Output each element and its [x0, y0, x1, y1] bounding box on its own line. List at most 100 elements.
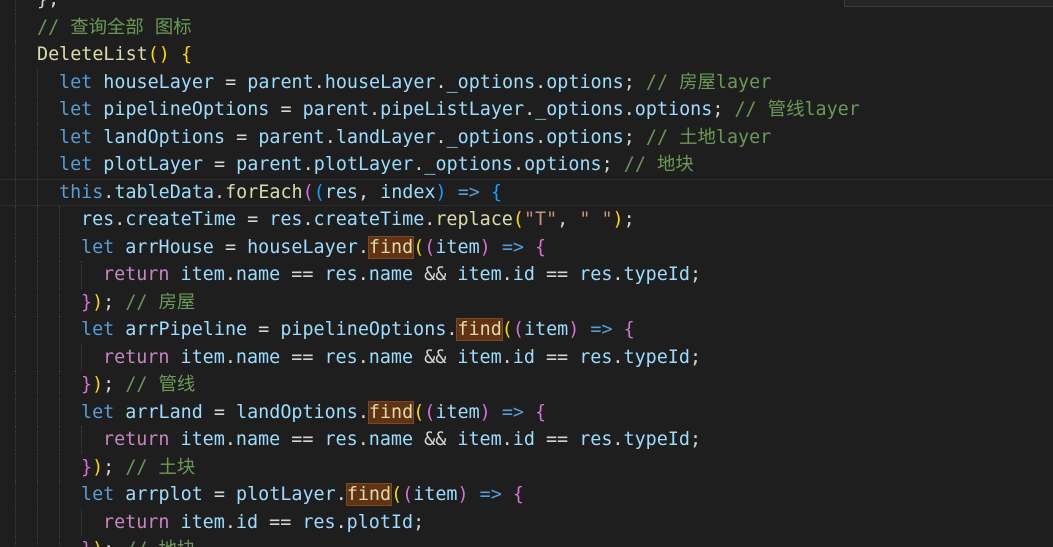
code-token: { — [490, 181, 502, 203]
code-token: } — [81, 374, 93, 395]
indent-guide — [15, 453, 16, 481]
code-line[interactable]: let houseLayer = parent.houseLayer._opti… — [0, 68, 1053, 97]
code-token: == — [534, 429, 580, 450]
code-token: ; — [623, 126, 646, 148]
indent-guide — [37, 343, 38, 371]
code-line[interactable]: let landOptions = parent.landLayer._opti… — [0, 123, 1053, 151]
code-token: . — [535, 126, 547, 148]
code-line[interactable]: let arrHouse = houseLayer.find((item) =>… — [0, 233, 1053, 261]
code-token: . — [302, 154, 314, 175]
code-token: . — [424, 209, 436, 230]
code-token: arrPipeline — [125, 319, 248, 340]
code-token: . — [324, 126, 336, 148]
code-line[interactable]: return item.id == res.plotId; — [0, 508, 1053, 536]
code-token: ; — [689, 264, 702, 285]
indent-guide — [15, 508, 16, 536]
indent-guide — [15, 233, 16, 261]
code-token: typeId — [623, 429, 690, 450]
code-token: ( — [512, 209, 524, 230]
code-line[interactable]: }); // 房屋 — [0, 288, 1053, 316]
code-token: landOptions — [236, 401, 358, 423]
code-text: // 查询全部 图标 — [37, 14, 192, 42]
code-token: this — [59, 181, 104, 203]
indent-guide — [15, 68, 16, 96]
code-token: // 房屋 — [125, 291, 196, 313]
code-line[interactable]: return item.name == res.name && item.id … — [0, 261, 1053, 289]
code-token: // 管线layer — [734, 99, 860, 120]
code-line[interactable]: return item.name == res.name && item.id … — [0, 426, 1053, 454]
code-token: ) — [568, 319, 580, 340]
indent-guide — [59, 206, 60, 234]
code-token: res — [324, 264, 358, 285]
indent-guide — [81, 261, 82, 289]
code-token: id — [235, 511, 259, 533]
code-token: houseLayer — [103, 71, 215, 93]
code-token: options — [524, 154, 602, 175]
indent-guide — [15, 426, 16, 454]
code-line[interactable]: let arrPipeline = pipelineOptions.find((… — [0, 316, 1053, 344]
code-token: let — [81, 236, 115, 258]
code-line[interactable]: return item.name == res.name && item.id … — [0, 343, 1053, 371]
code-token: name — [368, 346, 414, 368]
code-text: DeleteList() { — [37, 41, 192, 69]
code-token: ) — [479, 236, 491, 258]
code-line[interactable]: let pipelineOptions = parent.pipeListLay… — [0, 96, 1053, 124]
code-token: res — [579, 346, 613, 368]
indent-guide — [59, 371, 60, 399]
code-token: item — [435, 401, 480, 423]
code-token: ) — [479, 401, 491, 423]
code-token: find — [345, 483, 393, 506]
code-token: plotLayer — [236, 484, 336, 505]
code-token: pipeListLayer — [380, 99, 525, 120]
code-token: ) — [92, 374, 104, 395]
code-token: { — [623, 319, 635, 340]
code-text: let houseLayer = parent.houseLayer._opti… — [59, 69, 771, 97]
code-token: ( — [424, 236, 436, 258]
code-token: = — [247, 319, 281, 340]
code-line[interactable]: }); // 土块 — [0, 453, 1053, 481]
code-token: item — [457, 264, 502, 285]
code-token: = — [202, 154, 237, 175]
code-token: () — [147, 44, 170, 65]
indent-guide — [37, 453, 38, 481]
code-editor[interactable]: };// 查询全部 图标DeleteList() {let houseLayer… — [0, 0, 1053, 547]
code-token: == — [280, 264, 325, 285]
code-token: . — [335, 511, 347, 533]
code-token: == — [280, 346, 325, 368]
code-token: ( — [391, 484, 403, 505]
code-token: ( — [402, 484, 414, 505]
code-token: name — [368, 429, 414, 450]
code-token: options — [634, 99, 713, 120]
code-line[interactable]: res.createTime = res.createTime.replace(… — [0, 206, 1053, 234]
indent-guide — [15, 206, 16, 234]
code-token: { — [535, 236, 547, 258]
code-token: let — [59, 99, 93, 120]
code-line[interactable]: }); // 管线 — [0, 371, 1053, 399]
code-line[interactable]: let plotLayer = parent.plotLayer._option… — [0, 151, 1053, 179]
code-token: == — [534, 264, 580, 285]
code-line[interactable]: DeleteList() { — [0, 41, 1053, 69]
code-token: res — [324, 181, 358, 203]
code-line[interactable]: this.tableData.forEach((res, index) => { — [0, 178, 1053, 206]
code-line[interactable]: let arrplot = plotLayer.find((item) => { — [0, 481, 1053, 509]
code-token: res — [324, 346, 358, 368]
code-line[interactable]: let arrLand = landOptions.find((item) =>… — [0, 398, 1053, 426]
code-token: = — [213, 236, 248, 258]
code-token: ; — [103, 374, 126, 395]
code-line[interactable]: }); // 地块 — [0, 536, 1053, 547]
code-token: landLayer — [335, 126, 436, 148]
code-line[interactable]: // 查询全部 图标 — [0, 13, 1053, 42]
code-token: . — [335, 484, 347, 505]
code-token: . — [224, 264, 236, 285]
indent-guide — [15, 0, 16, 14]
indent-guide — [81, 508, 82, 536]
code-token: . — [623, 99, 635, 120]
minimap-corner — [844, 0, 1053, 7]
code-token: . — [357, 346, 369, 368]
